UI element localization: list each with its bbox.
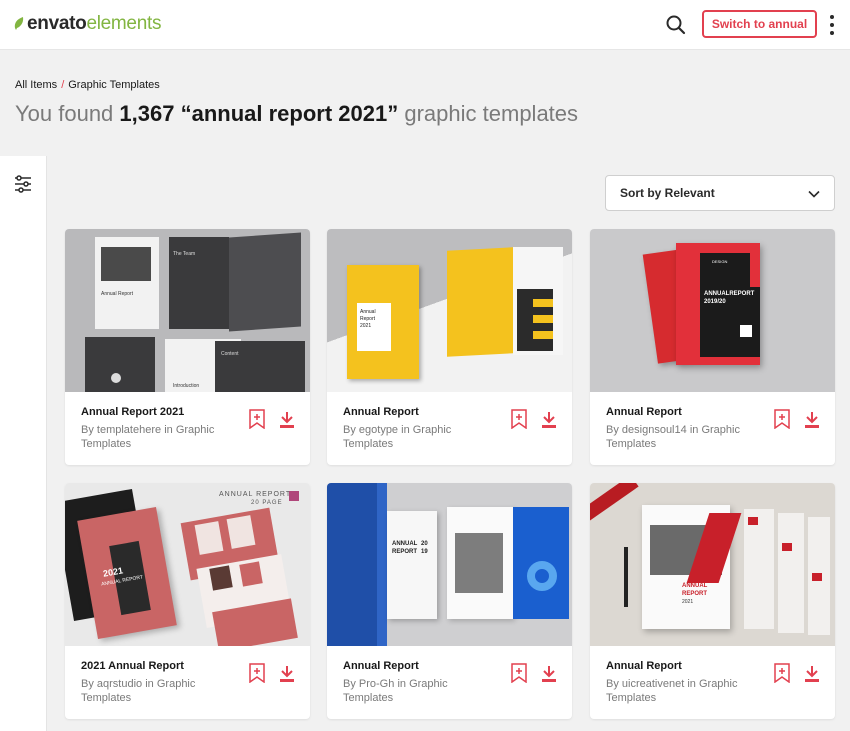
thumb-text: ANNUAL REPORT [219,491,292,498]
card-author[interactable]: uicreativenet [622,678,684,690]
download-icon[interactable] [541,665,557,682]
top-header: envato elements Switch to annual [0,0,850,50]
switch-to-annual-button[interactable]: Switch to annual [702,10,817,38]
card-thumbnail[interactable]: Annual Report 2021 [327,229,572,392]
thumb-text: 19 [421,549,428,555]
download-icon[interactable] [804,665,820,682]
title-prefix: You found [15,101,114,126]
breadcrumb-all-items[interactable]: All Items [15,79,57,91]
card-title[interactable]: Annual Report [606,406,682,418]
breadcrumb: All Items / Graphic Templates [15,79,160,91]
template-card[interactable]: Annual Report The Team Introduction Cont… [65,229,310,465]
result-count: 1,367 [119,101,175,126]
results-heading: All Items / Graphic Templates You found … [0,51,850,156]
in-text: in [145,678,154,690]
card-author[interactable]: designsoul14 [622,424,687,436]
thumb-text: 2021 [360,323,372,329]
thumb-text: The Team [173,251,196,257]
card-byline: By templatehere in Graphic Templates [81,423,231,451]
by-prefix: By [81,424,94,436]
by-prefix: By [606,678,619,690]
card-title[interactable]: 2021 Annual Report [81,660,184,672]
template-card[interactable]: ANNUAL REPORT 2021 Annual Report By uicr… [590,483,835,719]
card-author[interactable]: templatehere [97,424,161,436]
card-title[interactable]: Annual Report [343,406,419,418]
card-thumbnail[interactable]: ANNUAL REPORT 2021 [590,483,835,646]
bookmark-add-icon[interactable] [511,409,527,429]
download-icon[interactable] [541,411,557,428]
download-icon[interactable] [279,411,295,428]
breadcrumb-separator: / [61,79,65,91]
in-text: in [687,678,696,690]
by-prefix: By [606,424,619,436]
template-card[interactable]: DESIGN ANNUALREPORT 2019/20 Annual Repor… [590,229,835,465]
thumb-text: 2019/20 [704,299,726,305]
bookmark-add-icon[interactable] [249,409,265,429]
thumb-text: 20 PAGE [251,500,283,506]
card-byline: By Pro-Gh in Graphic Templates [343,677,493,705]
thumb-text: REPORT [682,591,708,597]
thumb-text: Report [360,316,376,322]
breadcrumb-graphic-templates[interactable]: Graphic Templates [68,79,160,91]
card-title[interactable]: Annual Report [343,660,419,672]
template-card[interactable]: ANNUAL REPORT 20 19 Annual Report By Pro… [327,483,572,719]
thumb-text: DESIGN [712,259,728,264]
title-suffix: graphic templates [404,101,579,126]
thumb-text: Introduction [173,383,200,389]
card-byline: By uicreativenet in Graphic Templates [606,677,756,705]
bookmark-add-icon[interactable] [511,663,527,683]
thumb-text: Content [221,351,239,357]
template-card[interactable]: ANNUAL REPORT 20 PAGE 2021 ANNUAL REPORT… [65,483,310,719]
card-byline: By designsoul14 in Graphic Templates [606,423,756,451]
thumb-text: 2021 [682,599,694,605]
thumb-text: REPORT [392,549,418,555]
filter-sliders-icon[interactable] [13,175,33,193]
filter-rail [0,156,47,731]
by-prefix: By [343,678,356,690]
search-icon[interactable] [664,13,688,37]
thumb-text: ANNUALREPORT [704,291,755,297]
in-text: in [164,424,173,436]
thumb-text: 20 [421,541,428,547]
card-title[interactable]: Annual Report 2021 [81,406,184,418]
card-author[interactable]: egotype [359,424,398,436]
thumb-text: Annual Report [101,291,133,297]
by-prefix: By [81,678,94,690]
bookmark-add-icon[interactable] [774,409,790,429]
thumb-text: ANNUAL [682,583,708,589]
by-prefix: By [343,424,356,436]
logo-text-elements: elements [86,13,162,34]
results-area: Sort by Relevant Annual Report The Team … [48,156,850,731]
leaf-icon [14,17,24,30]
thumb-text: ANNUAL [392,541,418,547]
search-query: “annual report 2021” [180,101,399,126]
card-title[interactable]: Annual Report [606,660,682,672]
sort-dropdown[interactable]: Sort by Relevant [605,175,835,211]
bookmark-add-icon[interactable] [249,663,265,683]
download-icon[interactable] [804,411,820,428]
card-thumbnail[interactable]: Annual Report The Team Introduction Cont… [65,229,310,392]
card-author[interactable]: Pro-Gh [359,678,394,690]
page-title: You found 1,367 “annual report 2021” gra… [15,101,578,127]
card-byline: By egotype in Graphic Templates [343,423,493,451]
kebab-menu-icon[interactable] [826,13,838,37]
card-thumbnail[interactable]: ANNUAL REPORT 20 19 [327,483,572,646]
logo-text-envato: envato [27,13,87,34]
in-text: in [397,678,406,690]
template-card[interactable]: Annual Report 2021 Annual Report By egot… [327,229,572,465]
chevron-down-icon [808,190,820,198]
card-thumbnail[interactable]: DESIGN ANNUALREPORT 2019/20 [590,229,835,392]
in-text: in [401,424,410,436]
in-text: in [689,424,699,436]
envato-elements-logo[interactable]: envato elements [14,13,161,35]
sort-label: Sort by Relevant [620,186,715,200]
download-icon[interactable] [279,665,295,682]
card-byline: By aqrstudio in Graphic Templates [81,677,231,705]
card-thumbnail[interactable]: ANNUAL REPORT 20 PAGE 2021 ANNUAL REPORT [65,483,310,646]
thumb-text: Annual [360,309,376,315]
card-author[interactable]: aqrstudio [97,678,142,690]
bookmark-add-icon[interactable] [774,663,790,683]
